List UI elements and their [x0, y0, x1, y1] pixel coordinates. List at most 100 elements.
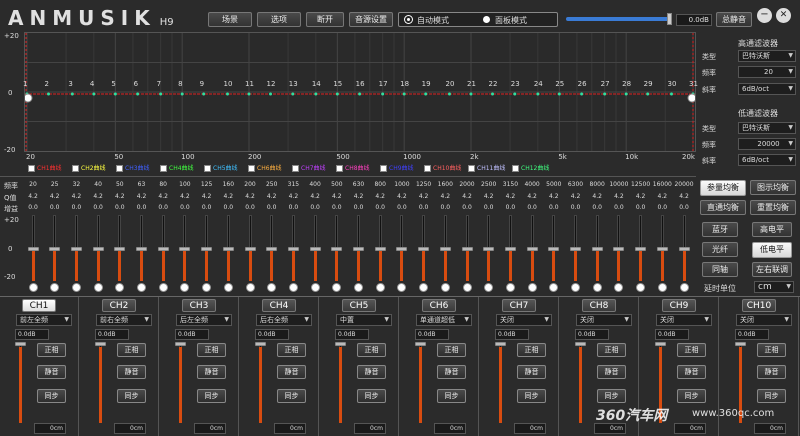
- channel-mute-button[interactable]: 静音: [277, 365, 306, 379]
- eq-band-toggle[interactable]: [50, 283, 60, 292]
- channel-mute-button[interactable]: 静音: [597, 365, 626, 379]
- eq-freq-value[interactable]: 160: [217, 181, 239, 188]
- eq-q-value[interactable]: 4.2: [44, 193, 66, 200]
- eq-band-toggle[interactable]: [71, 283, 81, 292]
- eq-slider-knob[interactable]: [331, 247, 343, 251]
- eq-gain-value[interactable]: 0.0: [261, 204, 283, 211]
- delay-unit-select[interactable]: cm: [754, 281, 794, 293]
- eq-gain-value[interactable]: 0.0: [304, 204, 326, 211]
- legend-item-10[interactable]: CH10曲线: [424, 163, 461, 172]
- eq-q-value[interactable]: 4.2: [304, 193, 326, 200]
- eq-freq-value[interactable]: 3150: [499, 181, 521, 188]
- eq-q-value[interactable]: 4.2: [630, 193, 652, 200]
- eq-band-toggle[interactable]: [679, 283, 689, 292]
- eq-freq-value[interactable]: 315: [282, 181, 304, 188]
- legend-item-4[interactable]: CH4曲线: [160, 163, 194, 172]
- channel-sync-button[interactable]: 同步: [517, 389, 546, 403]
- eq-gain-value[interactable]: 0.0: [478, 204, 500, 211]
- eq-q-value[interactable]: 4.2: [391, 193, 413, 200]
- eq-slider-knob[interactable]: [244, 247, 256, 251]
- channel-mute-button[interactable]: 静音: [677, 365, 706, 379]
- eq-gain-value[interactable]: 0.0: [326, 204, 348, 211]
- legend-item-5[interactable]: CH5曲线: [204, 163, 238, 172]
- eq-gain-value[interactable]: 0.0: [565, 204, 587, 211]
- eq-band-toggle[interactable]: [267, 283, 277, 292]
- master-volume-knob[interactable]: [667, 13, 672, 25]
- eq-response-graph[interactable]: [23, 32, 697, 152]
- channel-volume-knob[interactable]: [495, 342, 506, 346]
- eq-gain-value[interactable]: 0.0: [22, 204, 44, 211]
- eq-freq-value[interactable]: 8000: [586, 181, 608, 188]
- eq-slider-knob[interactable]: [526, 247, 538, 251]
- eq-q-value[interactable]: 4.2: [673, 193, 695, 200]
- eq-slider-knob[interactable]: [613, 247, 625, 251]
- param-eq-button[interactable]: 参量均衡: [700, 180, 746, 196]
- lowpass-type-select[interactable]: 巴特沃斯: [738, 122, 796, 134]
- eq-slider-knob[interactable]: [353, 247, 364, 251]
- legend-item-1[interactable]: CH1曲线: [28, 163, 62, 172]
- legend-checkbox[interactable]: [116, 165, 123, 172]
- eq-freq-value[interactable]: 800: [369, 181, 391, 188]
- channel-position-select[interactable]: 单通道超低: [416, 314, 472, 326]
- master-volume-slider[interactable]: [566, 17, 670, 21]
- eq-band-toggle[interactable]: [223, 283, 233, 292]
- eq-slider-knob[interactable]: [656, 247, 668, 251]
- eq-q-value[interactable]: 4.2: [152, 193, 174, 200]
- eq-gain-value[interactable]: 0.0: [348, 204, 370, 211]
- eq-freq-value[interactable]: 80: [152, 181, 174, 188]
- graphic-eq-button[interactable]: 图示均衡: [750, 180, 796, 195]
- channel-tab[interactable]: CH5: [342, 299, 376, 312]
- channel-position-select[interactable]: 中置: [336, 314, 392, 326]
- eq-gain-value[interactable]: 0.0: [586, 204, 608, 211]
- channel-mute-button[interactable]: 静音: [37, 365, 66, 379]
- eq-freq-value[interactable]: 2000: [456, 181, 478, 188]
- eq-gain-value[interactable]: 0.0: [499, 204, 521, 211]
- close-button[interactable]: ✕: [776, 8, 791, 23]
- eq-freq-value[interactable]: 5000: [543, 181, 565, 188]
- eq-gain-value[interactable]: 0.0: [109, 204, 131, 211]
- low-level-button[interactable]: 低电平: [752, 242, 792, 258]
- eq-band-toggle[interactable]: [137, 283, 146, 292]
- eq-gain-value[interactable]: 0.0: [521, 204, 543, 211]
- eq-slider-knob[interactable]: [635, 247, 647, 251]
- legend-item-7[interactable]: CH7曲线: [292, 163, 326, 172]
- eq-slider-knob[interactable]: [136, 247, 147, 251]
- eq-band-toggle[interactable]: [158, 283, 168, 292]
- highpass-type-select[interactable]: 巴特沃斯: [738, 50, 796, 62]
- eq-gain-value[interactable]: 0.0: [239, 204, 261, 211]
- legend-checkbox[interactable]: [380, 165, 387, 172]
- eq-gain-value[interactable]: 0.0: [434, 204, 456, 211]
- eq-q-value[interactable]: 4.2: [196, 193, 218, 200]
- eq-q-value[interactable]: 4.2: [521, 193, 543, 200]
- eq-slider-knob[interactable]: [49, 247, 61, 251]
- channel-tab[interactable]: CH2: [102, 299, 136, 312]
- legend-checkbox[interactable]: [424, 165, 431, 172]
- eq-band-toggle[interactable]: [245, 283, 255, 292]
- channel-volume-knob[interactable]: [575, 342, 586, 346]
- legend-checkbox[interactable]: [248, 165, 255, 172]
- eq-slider-knob[interactable]: [309, 247, 321, 251]
- eq-slider-knob[interactable]: [201, 247, 213, 251]
- eq-freq-value[interactable]: 400: [304, 181, 326, 188]
- eq-freq-value[interactable]: 50: [109, 181, 131, 188]
- eq-q-value[interactable]: 4.2: [499, 193, 521, 200]
- eq-band-toggle[interactable]: [354, 283, 363, 292]
- eq-slider-knob[interactable]: [570, 247, 581, 251]
- disconnect-button[interactable]: 断开: [306, 12, 344, 27]
- bypass-eq-button[interactable]: 直通均衡: [700, 200, 746, 215]
- eq-freq-value[interactable]: 2500: [478, 181, 500, 188]
- eq-gain-value[interactable]: 0.0: [65, 204, 87, 211]
- channel-volume-knob[interactable]: [95, 342, 106, 346]
- channel-volume-knob[interactable]: [175, 342, 186, 346]
- highpass-freq-input[interactable]: 20: [738, 66, 796, 78]
- eq-slider-knob[interactable]: [504, 247, 516, 251]
- eq-freq-value[interactable]: 63: [131, 181, 153, 188]
- eq-gain-value[interactable]: 0.0: [152, 204, 174, 211]
- channel-mute-button[interactable]: 静音: [197, 365, 226, 379]
- eq-freq-value[interactable]: 1000: [391, 181, 413, 188]
- eq-gain-value[interactable]: 0.0: [44, 204, 66, 211]
- eq-q-value[interactable]: 4.2: [348, 193, 370, 200]
- eq-band-toggle[interactable]: [332, 283, 342, 292]
- eq-slider-knob[interactable]: [418, 247, 430, 251]
- eq-gain-value[interactable]: 0.0: [413, 204, 435, 211]
